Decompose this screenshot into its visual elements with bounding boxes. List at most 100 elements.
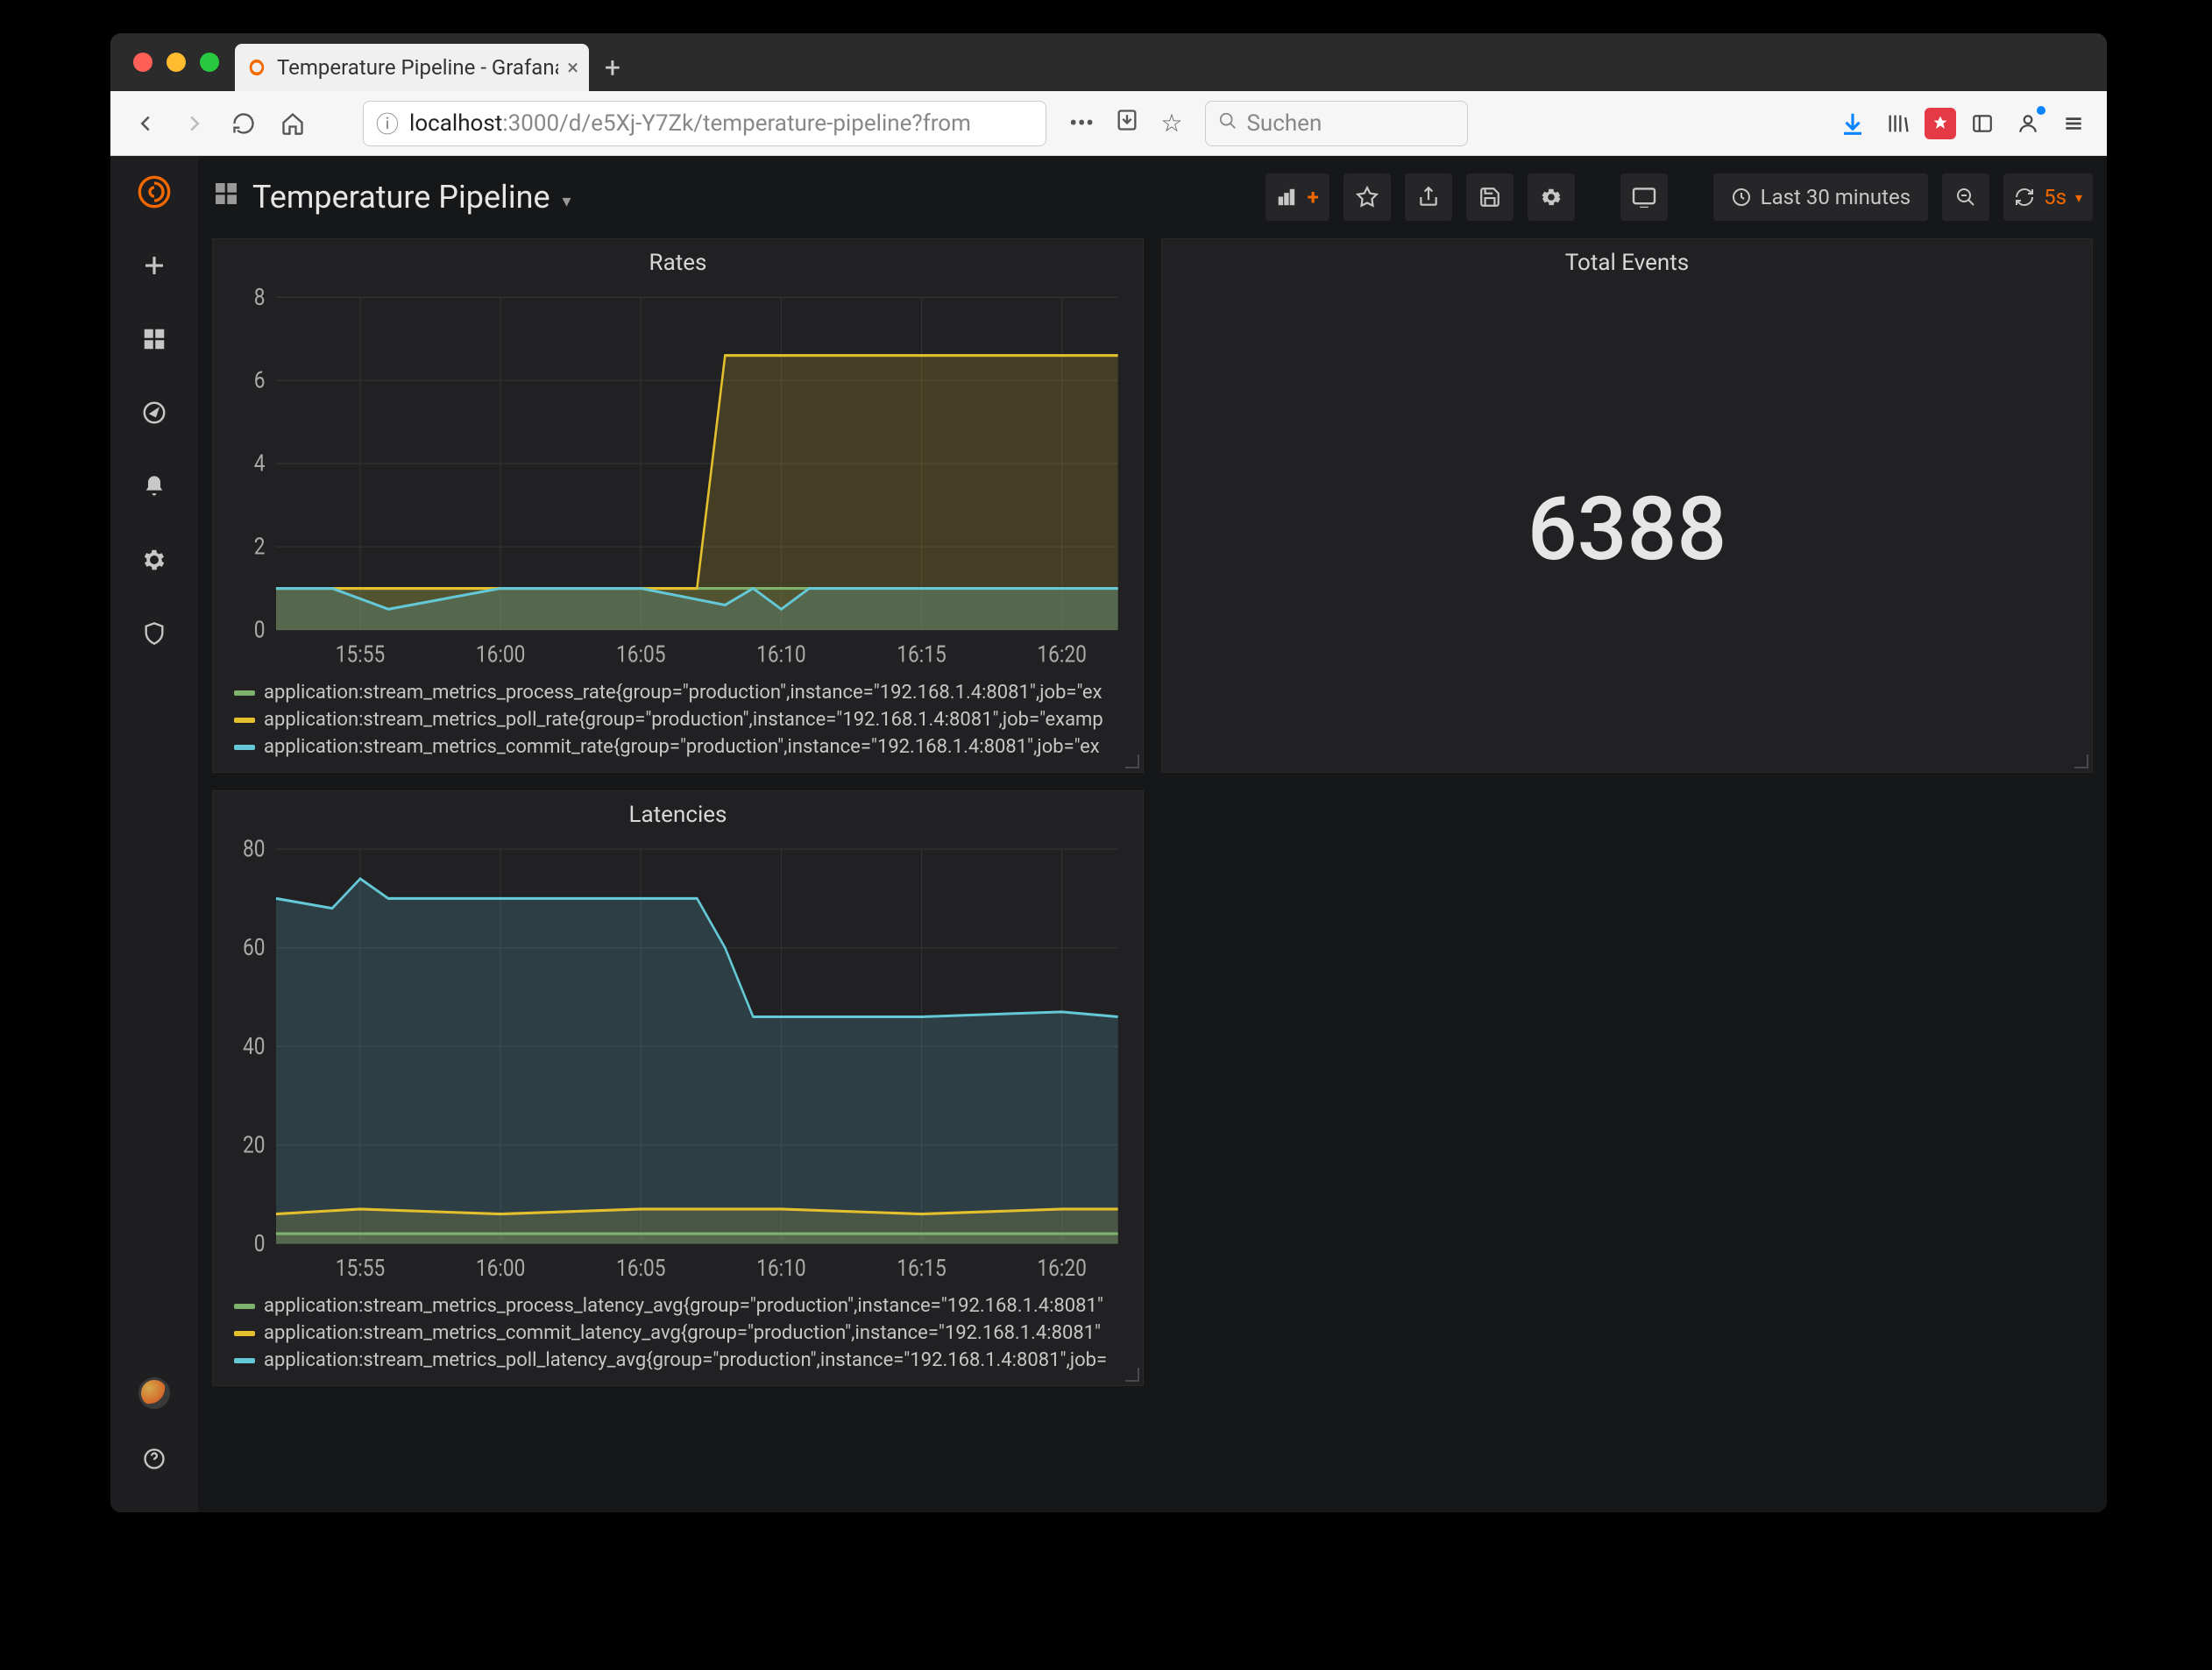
panel-rates[interactable]: Rates 0 2 4 6 8 15:55 16:00 16:05 16:10 16:15 16:2… [212, 238, 1144, 773]
svg-text:16:05: 16:05 [616, 1255, 666, 1282]
bookmark-button[interactable]: ☆ [1153, 109, 1189, 138]
svg-text:2: 2 [254, 534, 266, 561]
url-actions: ••• ☆ [1053, 108, 1198, 138]
resize-handle[interactable] [1125, 754, 1139, 768]
close-window-button[interactable] [133, 53, 152, 72]
url-input[interactable]: ⓘ localhost:3000/d/e5Xj-Y7Zk/temperature… [363, 101, 1046, 146]
library-button[interactable] [1879, 104, 1918, 143]
total-events-value: 6388 [1162, 287, 2092, 772]
panel-title: Total Events [1162, 239, 2092, 287]
rates-chart: 0 2 4 6 8 15:55 16:00 16:05 16:10 16:15 16:20 [222, 287, 1127, 673]
legend-row[interactable]: application:stream_metrics_poll_rate{gro… [234, 709, 1122, 731]
grafana-logo[interactable] [136, 173, 173, 210]
panel-title: Latencies [213, 791, 1143, 839]
refresh-button[interactable]: 5s ▾ [2003, 173, 2093, 221]
svg-text:16:10: 16:10 [756, 641, 806, 669]
reload-button[interactable] [223, 103, 265, 145]
svg-text:0: 0 [254, 1230, 266, 1257]
panel-title: Rates [213, 239, 1143, 287]
svg-text:16:15: 16:15 [897, 641, 946, 669]
star-button[interactable] [1344, 173, 1391, 221]
browser-window: Temperature Pipeline - Grafana × + ⓘ loc… [110, 33, 2107, 1512]
downloads-button[interactable] [1833, 104, 1872, 143]
svg-text:16:05: 16:05 [616, 641, 666, 669]
search-icon [1218, 110, 1237, 137]
svg-text:8: 8 [254, 287, 266, 311]
forward-button[interactable] [174, 103, 216, 145]
shield-icon[interactable] [136, 615, 173, 652]
tab-title: Temperature Pipeline - Grafana [277, 55, 558, 80]
user-avatar[interactable] [138, 1377, 170, 1409]
tab-bar: Temperature Pipeline - Grafana × + [110, 33, 2107, 91]
latencies-chart: 02040608015:5516:0016:0516:1016:1516:20 [222, 839, 1127, 1286]
legend-row[interactable]: application:stream_metrics_commit_latenc… [234, 1322, 1122, 1344]
svg-text:4: 4 [254, 450, 266, 478]
browser-tab[interactable]: Temperature Pipeline - Grafana × [235, 44, 589, 91]
svg-text:60: 60 [243, 935, 266, 962]
legend-row[interactable]: application:stream_metrics_commit_rate{g… [234, 736, 1122, 758]
resize-handle[interactable] [1125, 1368, 1139, 1382]
grafana-main: Temperature Pipeline ▾ + [198, 156, 2107, 1512]
panel-total-events[interactable]: Total Events 6388 [1161, 238, 2093, 773]
dashboards-icon[interactable] [136, 321, 173, 357]
svg-text:0: 0 [254, 617, 266, 644]
svg-text:16:20: 16:20 [1037, 1255, 1087, 1282]
svg-text:40: 40 [243, 1033, 266, 1060]
panels-grid: Rates 0 2 4 6 8 15:55 16:00 16:05 16:10 16:15 16:2… [198, 238, 2107, 1386]
time-range-label: Last 30 minutes [1761, 185, 1911, 209]
extension-button[interactable] [1925, 108, 1956, 139]
save-button[interactable] [1466, 173, 1514, 221]
svg-text:16:20: 16:20 [1037, 641, 1087, 669]
dashboard-title[interactable]: Temperature Pipeline ▾ [212, 179, 571, 216]
explore-icon[interactable] [136, 394, 173, 431]
reader-mode-button[interactable] [1108, 108, 1146, 138]
menu-button[interactable] [2054, 104, 2093, 143]
legend-row[interactable]: application:stream_metrics_process_laten… [234, 1295, 1122, 1317]
refresh-interval: 5s [2044, 185, 2067, 209]
dashboard-name: Temperature Pipeline [252, 179, 550, 216]
window-controls [124, 53, 235, 91]
panel-latencies[interactable]: Latencies 02040608015:5516:0016:0516:101… [212, 790, 1144, 1386]
alert-icon[interactable] [136, 468, 173, 505]
sidebar-button[interactable] [1963, 104, 2002, 143]
close-tab-button[interactable]: × [567, 55, 578, 80]
minimize-window-button[interactable] [167, 53, 186, 72]
legend-row[interactable]: application:stream_metrics_poll_latency_… [234, 1349, 1122, 1371]
back-button[interactable] [124, 103, 167, 145]
svg-text:16:10: 16:10 [756, 1255, 806, 1282]
help-icon[interactable] [136, 1440, 173, 1477]
grafana-sidebar [110, 156, 198, 1512]
svg-text:6: 6 [254, 367, 266, 394]
zoom-out-button[interactable] [1942, 173, 1989, 221]
maximize-window-button[interactable] [200, 53, 219, 72]
account-button[interactable] [2009, 104, 2047, 143]
config-icon[interactable] [136, 541, 173, 578]
view-mode-button[interactable] [1620, 173, 1668, 221]
settings-button[interactable] [1528, 173, 1575, 221]
svg-text:16:00: 16:00 [476, 641, 526, 669]
add-icon[interactable] [136, 247, 173, 284]
latencies-legend: application:stream_metrics_process_laten… [213, 1286, 1143, 1385]
resize-handle[interactable] [2074, 754, 2088, 768]
url-path: /d/e5Xj-Y7Zk/temperature-pipeline?from [559, 110, 971, 137]
svg-text:20: 20 [243, 1132, 266, 1159]
dashboard-header: Temperature Pipeline ▾ + [198, 156, 2107, 238]
url-bar: ⓘ localhost:3000/d/e5Xj-Y7Zk/temperature… [110, 91, 2107, 156]
svg-text:16:00: 16:00 [476, 1255, 526, 1282]
dashboards-icon [212, 179, 240, 216]
legend-row[interactable]: application:stream_metrics_process_rate{… [234, 682, 1122, 704]
new-tab-button[interactable]: + [589, 44, 636, 91]
rates-legend: application:stream_metrics_process_rate{… [213, 673, 1143, 772]
share-button[interactable] [1405, 173, 1452, 221]
grafana-app: Temperature Pipeline ▾ + [110, 156, 2107, 1512]
search-placeholder: Suchen [1246, 110, 1322, 137]
svg-text:16:15: 16:15 [897, 1255, 946, 1282]
svg-text:15:55: 15:55 [336, 1255, 386, 1282]
chevron-down-icon: ▾ [563, 183, 571, 211]
page-actions-button[interactable]: ••• [1062, 109, 1101, 138]
home-button[interactable] [272, 103, 314, 145]
svg-text:15:55: 15:55 [336, 641, 386, 669]
time-range-button[interactable]: Last 30 minutes [1713, 173, 1928, 221]
search-input[interactable]: Suchen [1205, 101, 1468, 146]
add-panel-button[interactable]: + [1266, 173, 1329, 221]
